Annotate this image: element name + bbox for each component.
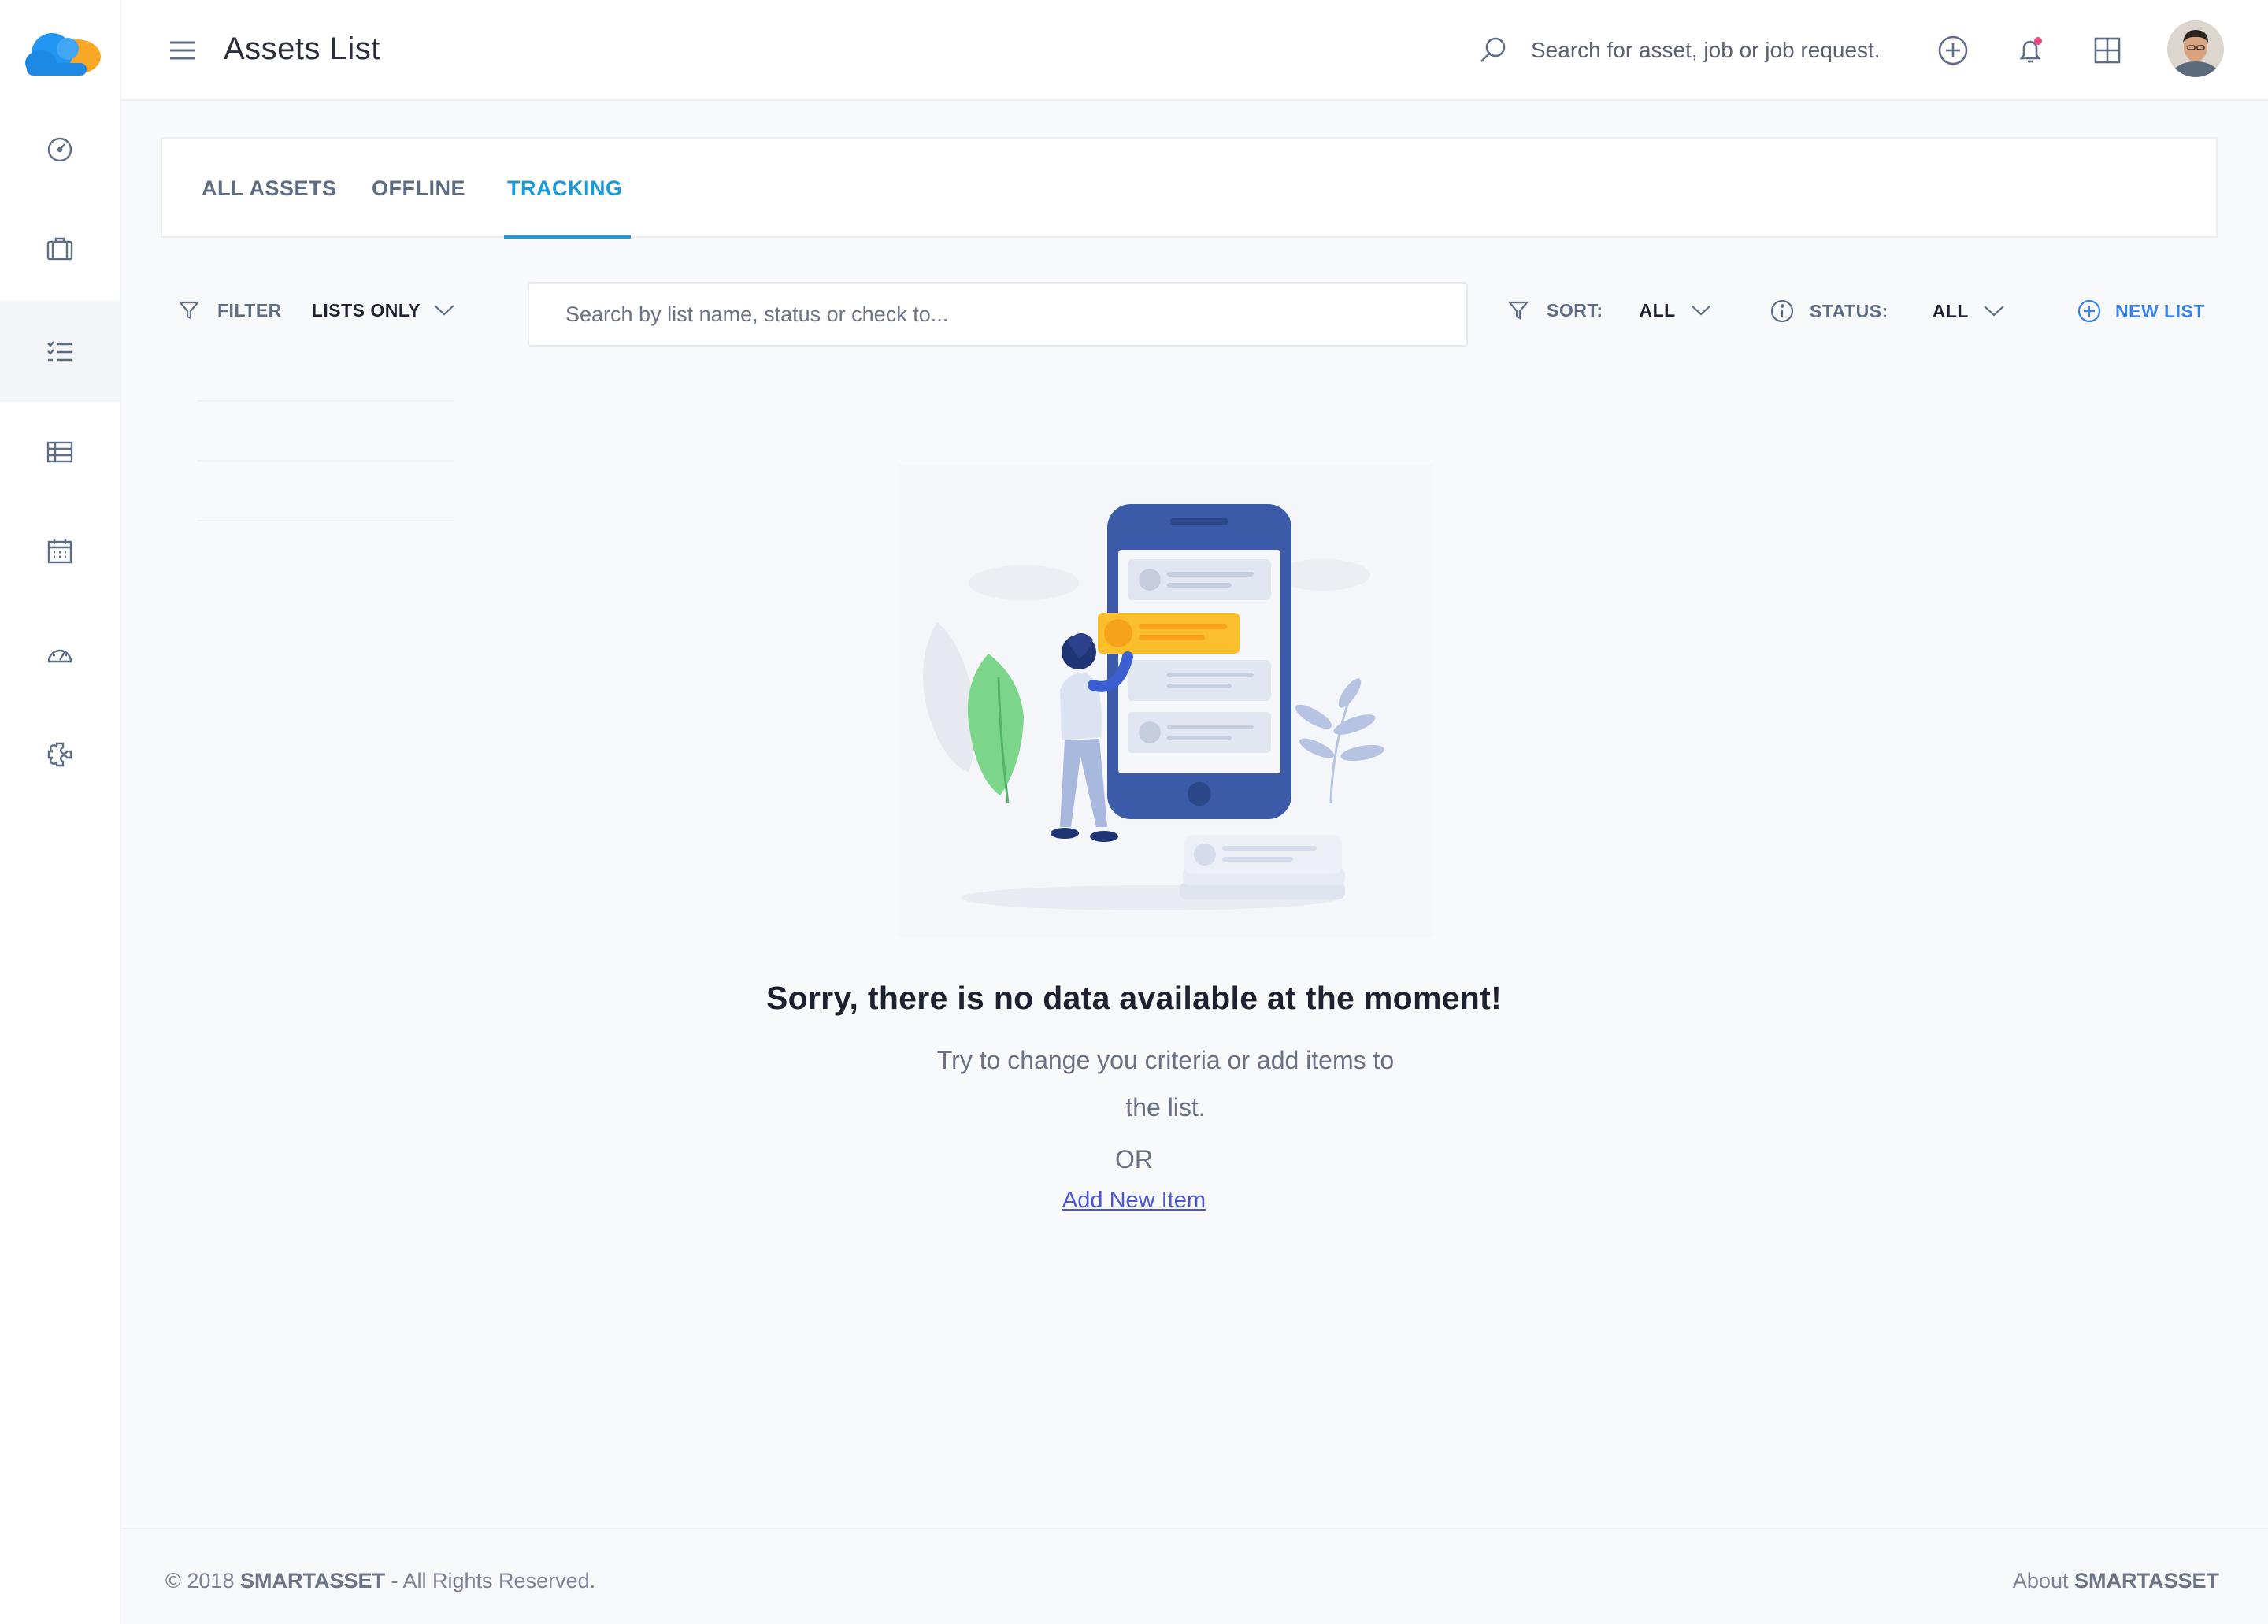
footer-copyright: © 2018 SMARTASSET - All Rights Reserved. <box>165 1569 595 1593</box>
calendar-icon <box>47 539 72 564</box>
dashboard-icon <box>47 137 72 162</box>
footer-about-link[interactable]: About SMARTASSET <box>2013 1569 2219 1593</box>
info-icon <box>1770 299 1794 323</box>
sort-control[interactable]: SORT: ALL <box>1507 299 1712 321</box>
sidebar-item-settings[interactable] <box>0 704 120 805</box>
gauge-icon <box>47 649 72 663</box>
filter-icon <box>178 301 200 320</box>
tab-all-assets[interactable]: ALL ASSETS <box>202 176 337 235</box>
copyright-suffix: - All Rights Reserved. <box>391 1569 596 1592</box>
add-new-item-wrapper: Add New Item <box>0 1188 2268 1214</box>
sort-value: ALL <box>1639 299 1676 321</box>
hamburger-menu-icon[interactable] <box>169 38 197 63</box>
sort-filter-icon <box>1507 301 1529 320</box>
add-circle-icon <box>2077 299 2101 323</box>
top-header: Assets List <box>121 0 2268 101</box>
settings-icon <box>47 742 72 767</box>
empty-state-or: OR <box>1115 1145 1153 1174</box>
footer-brand: SMARTASSET <box>239 1569 385 1592</box>
about-prefix: About <box>2012 1569 2069 1592</box>
filter-label: FILTER <box>217 299 282 321</box>
empty-state-subtitle: Try to change you criteria or add items … <box>936 1046 1395 1122</box>
filter-value: LISTS ONLY <box>311 299 421 321</box>
user-avatar[interactable] <box>2167 20 2224 77</box>
chevron-down-icon <box>1984 306 2004 317</box>
chevron-down-icon <box>1690 305 1711 316</box>
notification-dot <box>2034 37 2042 45</box>
table-icon <box>46 441 73 463</box>
assets-icon <box>46 237 73 261</box>
notification-bell-icon[interactable] <box>2014 35 2046 66</box>
copyright-prefix: © 2018 <box>165 1569 235 1592</box>
sort-label: SORT: <box>1547 299 1603 321</box>
filter-control[interactable]: FILTER LISTS ONLY <box>178 299 455 321</box>
tab-tracking[interactable]: TRACKING <box>504 176 631 239</box>
sidebar-item-gauge[interactable] <box>0 603 120 704</box>
status-label: STATUS: <box>1810 300 1888 321</box>
sidebar-item-assets[interactable] <box>0 198 120 299</box>
add-icon[interactable] <box>1937 35 1969 66</box>
apps-grid-icon[interactable] <box>2092 35 2123 66</box>
list-search-input[interactable] <box>528 282 1468 347</box>
footer: © 2018 SMARTASSET - All Rights Reserved.… <box>121 1528 2268 1624</box>
empty-state-illustration <box>898 465 1433 937</box>
checklist-icon <box>47 341 72 362</box>
tabs-card: ALL ASSETS OFFLINE TRACKING <box>161 137 2218 239</box>
search-icon[interactable] <box>1477 35 1509 66</box>
sidebar <box>0 0 121 1624</box>
sidebar-item-calendar[interactable] <box>0 501 120 602</box>
add-new-item-link[interactable]: Add New Item <box>1062 1188 1206 1213</box>
status-control[interactable]: STATUS: ALL <box>1770 299 2005 323</box>
new-list-button[interactable]: NEW LIST <box>2077 299 2205 323</box>
page-title: Assets List <box>224 32 380 66</box>
list-placeholder-line <box>197 520 454 521</box>
empty-state-title: Sorry, there is no data available at the… <box>765 980 1503 1016</box>
sidebar-item-dashboard[interactable] <box>0 99 120 200</box>
tab-offline[interactable]: OFFLINE <box>372 176 465 235</box>
new-list-label: NEW LIST <box>2115 300 2205 321</box>
list-placeholder-line <box>197 460 454 462</box>
status-value: ALL <box>1932 300 1969 321</box>
chevron-down-icon <box>434 305 454 316</box>
sidebar-item-tables[interactable] <box>0 402 120 502</box>
about-brand: SMARTASSET <box>2073 1569 2219 1592</box>
sidebar-item-checklists[interactable] <box>0 301 120 402</box>
app-logo[interactable] <box>24 28 104 77</box>
list-placeholder-line <box>197 400 454 402</box>
